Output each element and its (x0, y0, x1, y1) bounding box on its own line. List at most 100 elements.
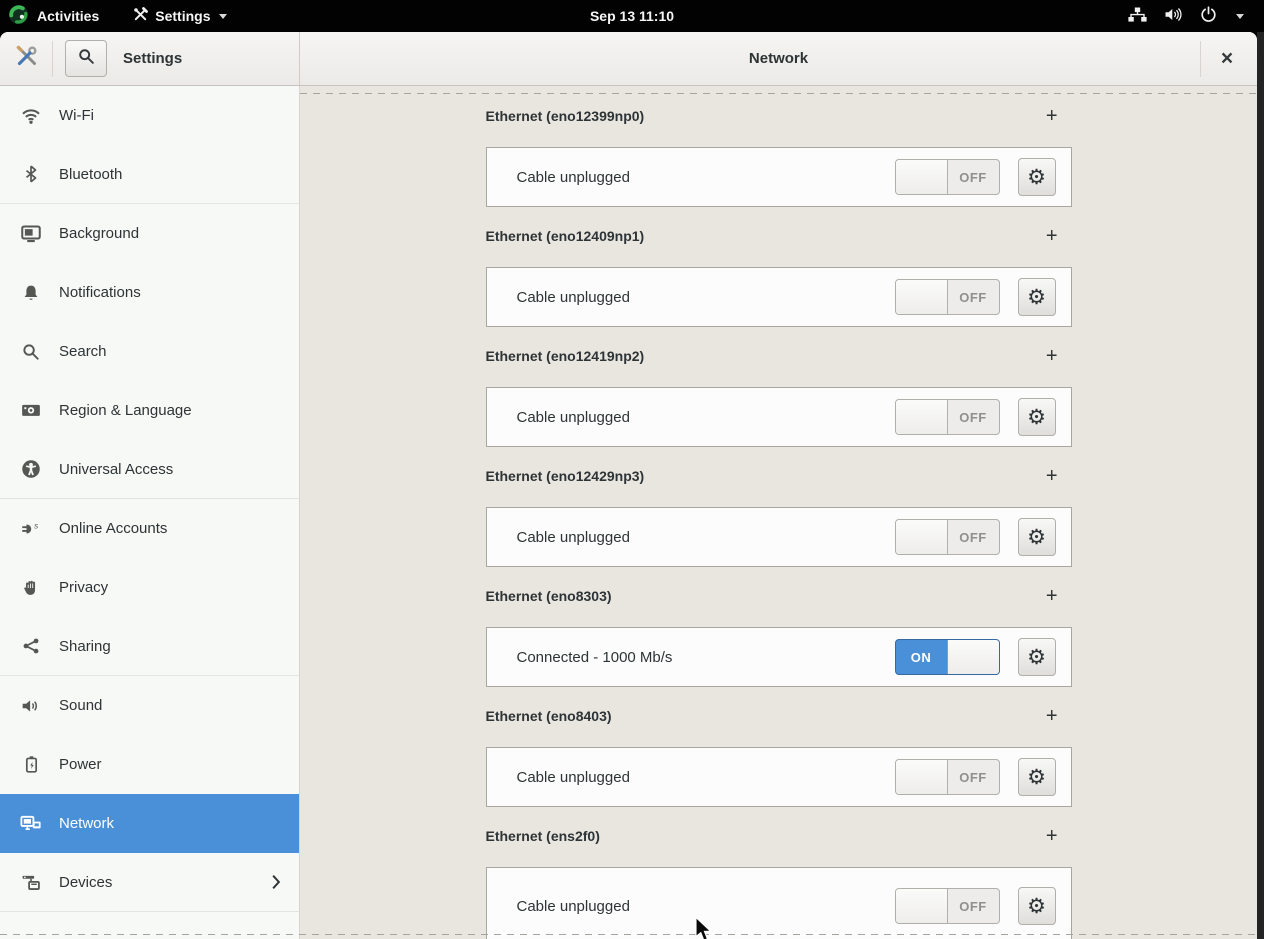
switch-knob (896, 400, 948, 434)
connection-settings-button[interactable]: ⚙ (1018, 158, 1056, 196)
header-separator (52, 41, 53, 77)
connection-card: Cable unplugged OFF ⚙ (486, 747, 1072, 807)
ethernet-section-eno8403: Ethernet (eno8403) + Cable unplugged OFF… (486, 699, 1072, 807)
accessibility-icon (20, 458, 42, 480)
section-title: Ethernet (eno12429np3) (486, 468, 645, 484)
connection-card: Cable unplugged OFF ⚙ (486, 387, 1072, 447)
sidebar-item-notifications[interactable]: Notifications (0, 263, 299, 322)
connection-status: Cable unplugged (517, 169, 895, 186)
connection-status: Connected - 1000 Mb/s (517, 649, 895, 666)
connection-settings-button[interactable]: ⚙ (1018, 518, 1056, 556)
add-profile-button[interactable]: + (1046, 706, 1072, 726)
scroll-edge-dashed-line (300, 93, 1257, 94)
search-icon (78, 48, 95, 70)
add-profile-button[interactable]: + (1046, 226, 1072, 246)
toggle-switch[interactable]: OFF (895, 159, 1000, 195)
connection-card: Cable unplugged OFF ⚙ (486, 147, 1072, 207)
header-separator (1200, 41, 1201, 77)
display-icon (20, 223, 42, 245)
close-button[interactable]: × (1212, 44, 1242, 74)
sidebar-item-online-accounts[interactable]: s Online Accounts (0, 499, 299, 558)
svg-text:s: s (34, 521, 38, 530)
main-header: Network × (300, 32, 1257, 85)
section-title: Ethernet (eno8403) (486, 708, 612, 724)
gear-icon: ⚙ (1027, 165, 1046, 190)
gear-icon: ⚙ (1027, 405, 1046, 430)
toggle-switch[interactable]: OFF (895, 759, 1000, 795)
bell-icon (20, 282, 42, 304)
connection-status: Cable unplugged (517, 529, 895, 546)
connection-settings-button[interactable]: ⚙ (1018, 758, 1056, 796)
toggle-switch[interactable]: OFF (895, 519, 1000, 555)
connection-card: Cable unplugged OFF ⚙ (486, 267, 1072, 327)
switch-knob (896, 760, 948, 794)
sidebar-item-sharing[interactable]: Sharing (0, 617, 299, 676)
mouse-cursor (694, 916, 716, 939)
sidebar-item-network[interactable]: Network (0, 794, 299, 853)
add-profile-button[interactable]: + (1046, 346, 1072, 366)
volume-icon[interactable] (1164, 6, 1183, 26)
add-profile-button[interactable]: + (1046, 586, 1072, 606)
scroll-edge-dashed-line (0, 934, 1257, 935)
sidebar-item-search[interactable]: Search (0, 322, 299, 381)
header-bar: Settings Network × (0, 32, 1257, 86)
app-menu-settings[interactable]: Settings (133, 7, 227, 25)
speaker-icon (20, 695, 42, 717)
sidebar-header-title: Settings (123, 50, 182, 67)
section-title: Ethernet (ens2f0) (486, 828, 600, 844)
search-icon (20, 341, 42, 363)
switch-knob (896, 280, 948, 314)
sidebar-item-universal-access[interactable]: Universal Access (0, 440, 299, 499)
toggle-switch[interactable]: OFF (895, 279, 1000, 315)
devices-icon (20, 871, 42, 893)
switch-knob (947, 640, 999, 674)
connection-settings-button[interactable]: ⚙ (1018, 278, 1056, 316)
sidebar-item-privacy[interactable]: Privacy (0, 558, 299, 617)
close-icon: × (1221, 47, 1233, 71)
power-icon[interactable] (1200, 6, 1217, 26)
connection-status: Cable unplugged (517, 769, 895, 786)
add-profile-button[interactable]: + (1046, 106, 1072, 126)
gear-icon: ⚙ (1027, 285, 1046, 310)
toggle-switch[interactable]: ON (895, 639, 1000, 675)
hand-icon (20, 577, 42, 599)
connection-status: Cable unplugged (517, 289, 895, 306)
activities-button[interactable]: Activities (8, 4, 99, 28)
connection-settings-button[interactable]: ⚙ (1018, 638, 1056, 676)
screen-edge-strip (1257, 32, 1264, 939)
ethernet-section-ens2f0: Ethernet (ens2f0) + Cable unplugged OFF … (486, 819, 1072, 939)
connection-status: Cable unplugged (517, 898, 895, 915)
network-icon (20, 813, 42, 835)
sidebar-item-background[interactable]: Background (0, 204, 299, 263)
ethernet-section-eno12399np0: Ethernet (eno12399np0) + Cable unplugged… (486, 99, 1072, 207)
switch-knob (896, 889, 948, 923)
sidebar-header: Settings (0, 32, 300, 85)
wifi-icon (20, 105, 42, 127)
add-profile-button[interactable]: + (1046, 826, 1072, 846)
sidebar-item-power[interactable]: Power (0, 735, 299, 794)
add-profile-button[interactable]: + (1046, 466, 1072, 486)
system-menu-chevron-icon[interactable] (1236, 14, 1244, 19)
sidebar-item-bluetooth[interactable]: Bluetooth (0, 145, 299, 204)
ethernet-section-eno12409np1: Ethernet (eno12409np1) + Cable unplugged… (486, 219, 1072, 327)
network-panel: Ethernet (eno12399np0) + Cable unplugged… (300, 86, 1257, 939)
search-button[interactable] (65, 40, 107, 77)
share-icon (20, 635, 42, 657)
clock[interactable]: Sep 13 11:10 (590, 0, 674, 32)
bluetooth-icon (20, 163, 42, 185)
tools-icon (133, 7, 148, 25)
sidebar-item-sound[interactable]: Sound (0, 676, 299, 735)
sidebar-item-wifi[interactable]: Wi-Fi (0, 86, 299, 145)
section-title: Ethernet (eno12409np1) (486, 228, 645, 244)
sidebar-item-devices[interactable]: Devices (0, 853, 299, 912)
ethernet-section-eno12419np2: Ethernet (eno12419np2) + Cable unplugged… (486, 339, 1072, 447)
gear-icon: ⚙ (1027, 894, 1046, 919)
wired-network-status-icon[interactable] (1128, 7, 1147, 25)
sidebar-item-region-language[interactable]: Region & Language (0, 381, 299, 440)
ethernet-section-eno12429np3: Ethernet (eno12429np3) + Cable unplugged… (486, 459, 1072, 567)
toggle-switch[interactable]: OFF (895, 399, 1000, 435)
toggle-switch[interactable]: OFF (895, 888, 1000, 924)
top-bar: Activities Settings Sep 13 11:10 (0, 0, 1264, 32)
connection-settings-button[interactable]: ⚙ (1018, 398, 1056, 436)
connection-settings-button[interactable]: ⚙ (1018, 887, 1056, 925)
